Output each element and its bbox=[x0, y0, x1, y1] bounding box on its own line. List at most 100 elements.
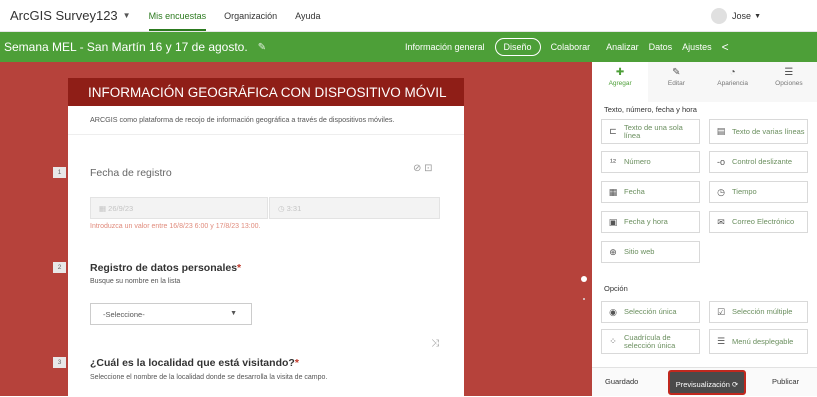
add-date-button[interactable]: ▦ Fecha bbox=[601, 181, 700, 203]
date-input[interactable]: ▦ 26/9/23 bbox=[90, 197, 268, 219]
button-label: Texto de varias líneas bbox=[732, 126, 805, 136]
panel-tab-agregar[interactable]: ✚ Agregar bbox=[592, 62, 649, 102]
button-label: Correo Electrónico bbox=[732, 217, 795, 226]
time-input[interactable]: ◷ 3:31 bbox=[269, 197, 440, 219]
select-caret-icon: ▼ bbox=[230, 310, 237, 317]
button-label: Texto de una sola línea bbox=[624, 122, 683, 140]
survey-bar: Semana MEL - San Martín 16 y 17 de agost… bbox=[0, 32, 817, 62]
email-icon: ✉ bbox=[717, 216, 725, 227]
question-hint-3: Seleccione el nombre de la localidad don… bbox=[90, 374, 328, 381]
panel-tab-label: Opciones bbox=[775, 80, 803, 87]
calendar-icon: ▦ bbox=[99, 204, 109, 213]
tab-informacion-general[interactable]: Información general bbox=[405, 42, 485, 52]
app-title[interactable]: ArcGIS Survey123 bbox=[10, 8, 118, 23]
question-label-2-text: Registro de datos personales bbox=[90, 262, 238, 274]
user-caret-icon: ▼ bbox=[754, 12, 761, 20]
add-number-button[interactable]: ¹² Número bbox=[601, 151, 700, 173]
question-number-3: 3 bbox=[53, 357, 66, 368]
panel-tab-label: Editar bbox=[667, 80, 685, 87]
canvas-handle[interactable] bbox=[581, 276, 587, 282]
button-label: Control deslizante bbox=[732, 157, 793, 166]
radio-icon: ◉ bbox=[609, 306, 617, 317]
question-label-2[interactable]: Registro de datos personales* bbox=[90, 262, 241, 274]
panel-tab-opciones[interactable]: ☰ Opciones bbox=[761, 62, 817, 102]
button-label: Selección múltiple bbox=[732, 307, 793, 316]
section-text-number-date: Texto, número, fecha y hora bbox=[604, 105, 697, 114]
tab-datos[interactable]: Datos bbox=[649, 42, 673, 52]
nav-ayuda[interactable]: Ayuda bbox=[295, 1, 320, 31]
refresh-icon: ⟳ bbox=[732, 380, 739, 389]
section-option: Opción bbox=[604, 284, 628, 293]
sliders-icon: ☰ bbox=[784, 67, 794, 78]
multiline-text-icon: ▤ bbox=[716, 126, 726, 136]
panel-tab-editar[interactable]: ✎ Editar bbox=[648, 62, 704, 102]
nav-mis-encuestas[interactable]: Mis encuestas bbox=[148, 1, 207, 31]
user-menu[interactable]: Jose ▼ bbox=[711, 8, 761, 24]
date-error-message: Introduzca un valor entre 16/8/23 6:00 y… bbox=[90, 223, 261, 230]
question-label-3[interactable]: ¿Cuál es la localidad que está visitando… bbox=[90, 357, 299, 369]
add-website-button[interactable]: ⊕ Sitio web bbox=[601, 241, 700, 263]
button-label: Menú desplegable bbox=[732, 336, 794, 346]
select-value: -Seleccione- bbox=[103, 310, 145, 319]
share-icon[interactable]: < bbox=[722, 40, 729, 54]
nav-organizacion[interactable]: Organización bbox=[224, 1, 277, 31]
palette-icon: ◔ bbox=[729, 67, 736, 78]
button-label: Tiempo bbox=[732, 187, 757, 196]
clock-icon: ◷ bbox=[717, 186, 725, 197]
hidden-eye-icon: ⊘ ⊡ bbox=[413, 163, 433, 174]
tab-analizar[interactable]: Analizar bbox=[606, 42, 639, 52]
publish-button[interactable]: Publicar bbox=[772, 377, 799, 386]
checkbox-icon: ☑ bbox=[716, 306, 726, 317]
add-single-line-text-button[interactable]: ⊏ Texto de una sola línea bbox=[601, 119, 700, 144]
panel-tab-label: Apariencia bbox=[717, 80, 748, 87]
shuffle-icon: ⤨ bbox=[431, 338, 439, 349]
button-label: Fecha y hora bbox=[624, 217, 668, 226]
button-label: Número bbox=[624, 157, 651, 166]
panel-footer: Guardado Previsualización ⟳ Publicar bbox=[592, 367, 817, 396]
survey-form: INFORMACIÓN GEOGRÁFICA CON DISPOSITIVO M… bbox=[53, 78, 464, 396]
add-time-button[interactable]: ◷ Tiempo bbox=[709, 181, 808, 203]
clock-icon: ◷ bbox=[278, 204, 287, 213]
plus-icon: ✚ bbox=[615, 67, 625, 78]
button-label: Sitio web bbox=[624, 247, 655, 256]
question-label-3-text: ¿Cuál es la localidad que está visitando… bbox=[90, 357, 295, 369]
add-datetime-button[interactable]: ▣ Fecha y hora bbox=[601, 211, 700, 233]
add-slider-button[interactable]: -o Control deslizante bbox=[709, 151, 808, 173]
saved-status: Guardado bbox=[605, 377, 639, 386]
personal-data-select[interactable]: -Seleccione- ▼ bbox=[90, 303, 252, 325]
form-header[interactable]: INFORMACIÓN GEOGRÁFICA CON DISPOSITIVO M… bbox=[68, 78, 464, 106]
required-mark: * bbox=[237, 262, 242, 274]
form-description[interactable]: ARCGIS como plataforma de recojo de info… bbox=[68, 106, 464, 135]
grid-icon: ⁘ bbox=[609, 336, 617, 346]
question-label-1[interactable]: Fecha de registro bbox=[90, 167, 172, 179]
avatar bbox=[711, 8, 728, 24]
add-dropdown-button[interactable]: ☰ Menú desplegable bbox=[709, 329, 808, 354]
user-name: Jose bbox=[732, 11, 752, 21]
preview-button[interactable]: Previsualización ⟳ bbox=[668, 370, 746, 395]
tab-ajustes[interactable]: Ajustes bbox=[682, 42, 712, 52]
edit-title-pencil-icon[interactable]: ✎ bbox=[258, 42, 266, 53]
calendar-icon: ▦ bbox=[608, 186, 618, 197]
panel-tab-label: Agregar bbox=[608, 80, 632, 87]
canvas-marker bbox=[583, 298, 585, 300]
top-navigation: ArcGIS Survey123 ▼ Mis encuestas Organiz… bbox=[0, 0, 817, 32]
add-single-choice-button[interactable]: ◉ Selección única bbox=[601, 301, 700, 323]
slider-icon: -o bbox=[716, 157, 725, 167]
add-email-button[interactable]: ✉ Correo Electrónico bbox=[709, 211, 808, 233]
add-multiple-choice-button[interactable]: ☑ Selección múltiple bbox=[709, 301, 808, 323]
question-number-2: 2 bbox=[53, 262, 66, 273]
question-hint-2: Busque su nombre en la lista bbox=[90, 278, 181, 285]
single-line-text-icon: ⊏ bbox=[609, 126, 617, 136]
app-menu-caret-icon[interactable]: ▼ bbox=[123, 11, 131, 20]
panel-tabs: ✚ Agregar ✎ Editar ◔ Apariencia ☰ Opciones bbox=[592, 62, 817, 102]
add-multiline-text-button[interactable]: ▤ Texto de varias líneas bbox=[709, 119, 808, 144]
button-label: Selección única bbox=[624, 307, 677, 316]
survey-title: Semana MEL - San Martín 16 y 17 de agost… bbox=[4, 40, 248, 54]
add-single-choice-grid-button[interactable]: ⁘ Cuadrícula de selección única bbox=[601, 329, 700, 354]
tab-diseno[interactable]: Diseño bbox=[494, 38, 541, 56]
question-number-1: 1 bbox=[53, 167, 66, 178]
tab-colaborar[interactable]: Colaborar bbox=[551, 42, 591, 52]
datetime-icon: ▣ bbox=[608, 216, 618, 227]
panel-tab-apariencia[interactable]: ◔ Apariencia bbox=[705, 62, 761, 102]
preview-label: Previsualización bbox=[675, 380, 730, 389]
